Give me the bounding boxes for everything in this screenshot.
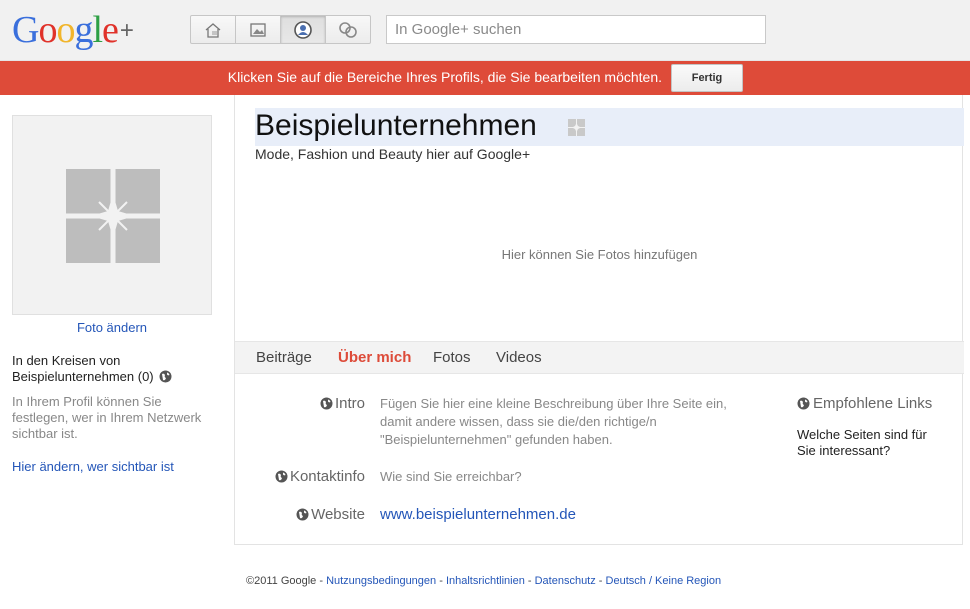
nav-button-group <box>190 15 371 44</box>
circles-count: In den Kreisen von Beispielunternehmen (… <box>12 353 212 385</box>
profile-button[interactable] <box>281 16 326 43</box>
edit-profile-banner: Klicken Sie auf die Bereiche Ihres Profi… <box>0 61 970 95</box>
contact-label-row: Kontaktinfo <box>275 468 365 485</box>
contact-label: Kontaktinfo <box>289 468 365 485</box>
search-input[interactable] <box>386 15 766 44</box>
profile-name-row[interactable]: Beispielunternehmen <box>255 108 964 146</box>
globe-icon[interactable] <box>275 470 288 483</box>
intro-label-row: Intro <box>320 395 365 412</box>
website-label-row: Website <box>296 506 365 523</box>
privacy-note: In Ihrem Profil können Sie festlegen, we… <box>12 394 202 441</box>
done-button[interactable]: Fertig <box>671 64 743 92</box>
footer-link-terms[interactable]: Nutzungsbedingungen <box>326 575 436 587</box>
home-button[interactable] <box>191 16 236 43</box>
footer-link-content-policy[interactable]: Inhaltsrichtlinien <box>446 575 525 587</box>
website-label: Website <box>311 506 365 523</box>
footer-separator: - <box>595 575 606 587</box>
tab-about[interactable]: Über mich <box>338 349 411 366</box>
banner-message: Klicken Sie auf die Bereiche Ihres Profi… <box>227 69 662 85</box>
tab-photos[interactable]: Fotos <box>433 349 471 366</box>
footer-separator: - <box>524 575 535 587</box>
intro-text[interactable]: Fügen Sie hier eine kleine Beschreibung … <box>380 395 740 449</box>
intro-label: Intro <box>334 395 365 412</box>
home-icon <box>205 22 221 38</box>
circles-button[interactable] <box>326 16 370 43</box>
edit-name-icon[interactable] <box>568 119 585 136</box>
tab-posts[interactable]: Beiträge <box>256 349 312 366</box>
top-bar: Google+ <box>0 0 970 61</box>
contact-text[interactable]: Wie sind Sie erreichbar? <box>380 468 522 486</box>
profile-photo-placeholder[interactable] <box>12 115 212 315</box>
change-visibility-link[interactable]: Hier ändern, wer sichtbar ist <box>12 459 174 474</box>
circles-icon <box>339 21 357 38</box>
google-plus-logo[interactable]: Google+ <box>12 9 134 56</box>
photo-placeholder-icon <box>66 169 160 263</box>
footer-link-language[interactable]: Deutsch / Keine Region <box>606 575 722 587</box>
globe-icon[interactable] <box>797 397 810 410</box>
profile-tabs: Beiträge Über mich Fotos Videos <box>235 341 964 374</box>
change-photo-link[interactable]: Foto ändern <box>12 320 212 335</box>
footer-copyright: ©2011 Google - <box>246 575 327 587</box>
profile-tagline[interactable]: Mode, Fashion und Beauty hier auf Google… <box>255 146 530 162</box>
add-photos-hint[interactable]: Hier können Sie Fotos hinzufügen <box>235 247 964 262</box>
photos-icon <box>250 22 266 37</box>
profile-name[interactable]: Beispielunternehmen <box>255 108 537 144</box>
footer: ©2011 Google - Nutzungsbedingungen - Inh… <box>246 575 721 587</box>
recommended-links-question[interactable]: Welche Seiten sind für Sie interessant? <box>797 427 947 459</box>
footer-link-privacy[interactable]: Datenschutz <box>535 575 596 587</box>
website-link[interactable]: www.beispielunternehmen.de <box>380 506 576 523</box>
globe-icon[interactable] <box>296 508 309 521</box>
globe-icon[interactable] <box>320 397 333 410</box>
globe-icon[interactable] <box>159 370 172 383</box>
recommended-links-title: Empfohlene Links <box>797 395 932 412</box>
profile-icon <box>294 20 312 39</box>
tab-videos[interactable]: Videos <box>496 349 542 366</box>
footer-separator: - <box>436 575 446 587</box>
profile-card: Beispielunternehmen Mode, Fashion und Be… <box>234 95 964 545</box>
circles-count-text: In den Kreisen von Beispielunternehmen (… <box>12 353 154 384</box>
recommended-links-label: Empfohlene Links <box>813 395 933 412</box>
photos-button[interactable] <box>236 16 281 43</box>
